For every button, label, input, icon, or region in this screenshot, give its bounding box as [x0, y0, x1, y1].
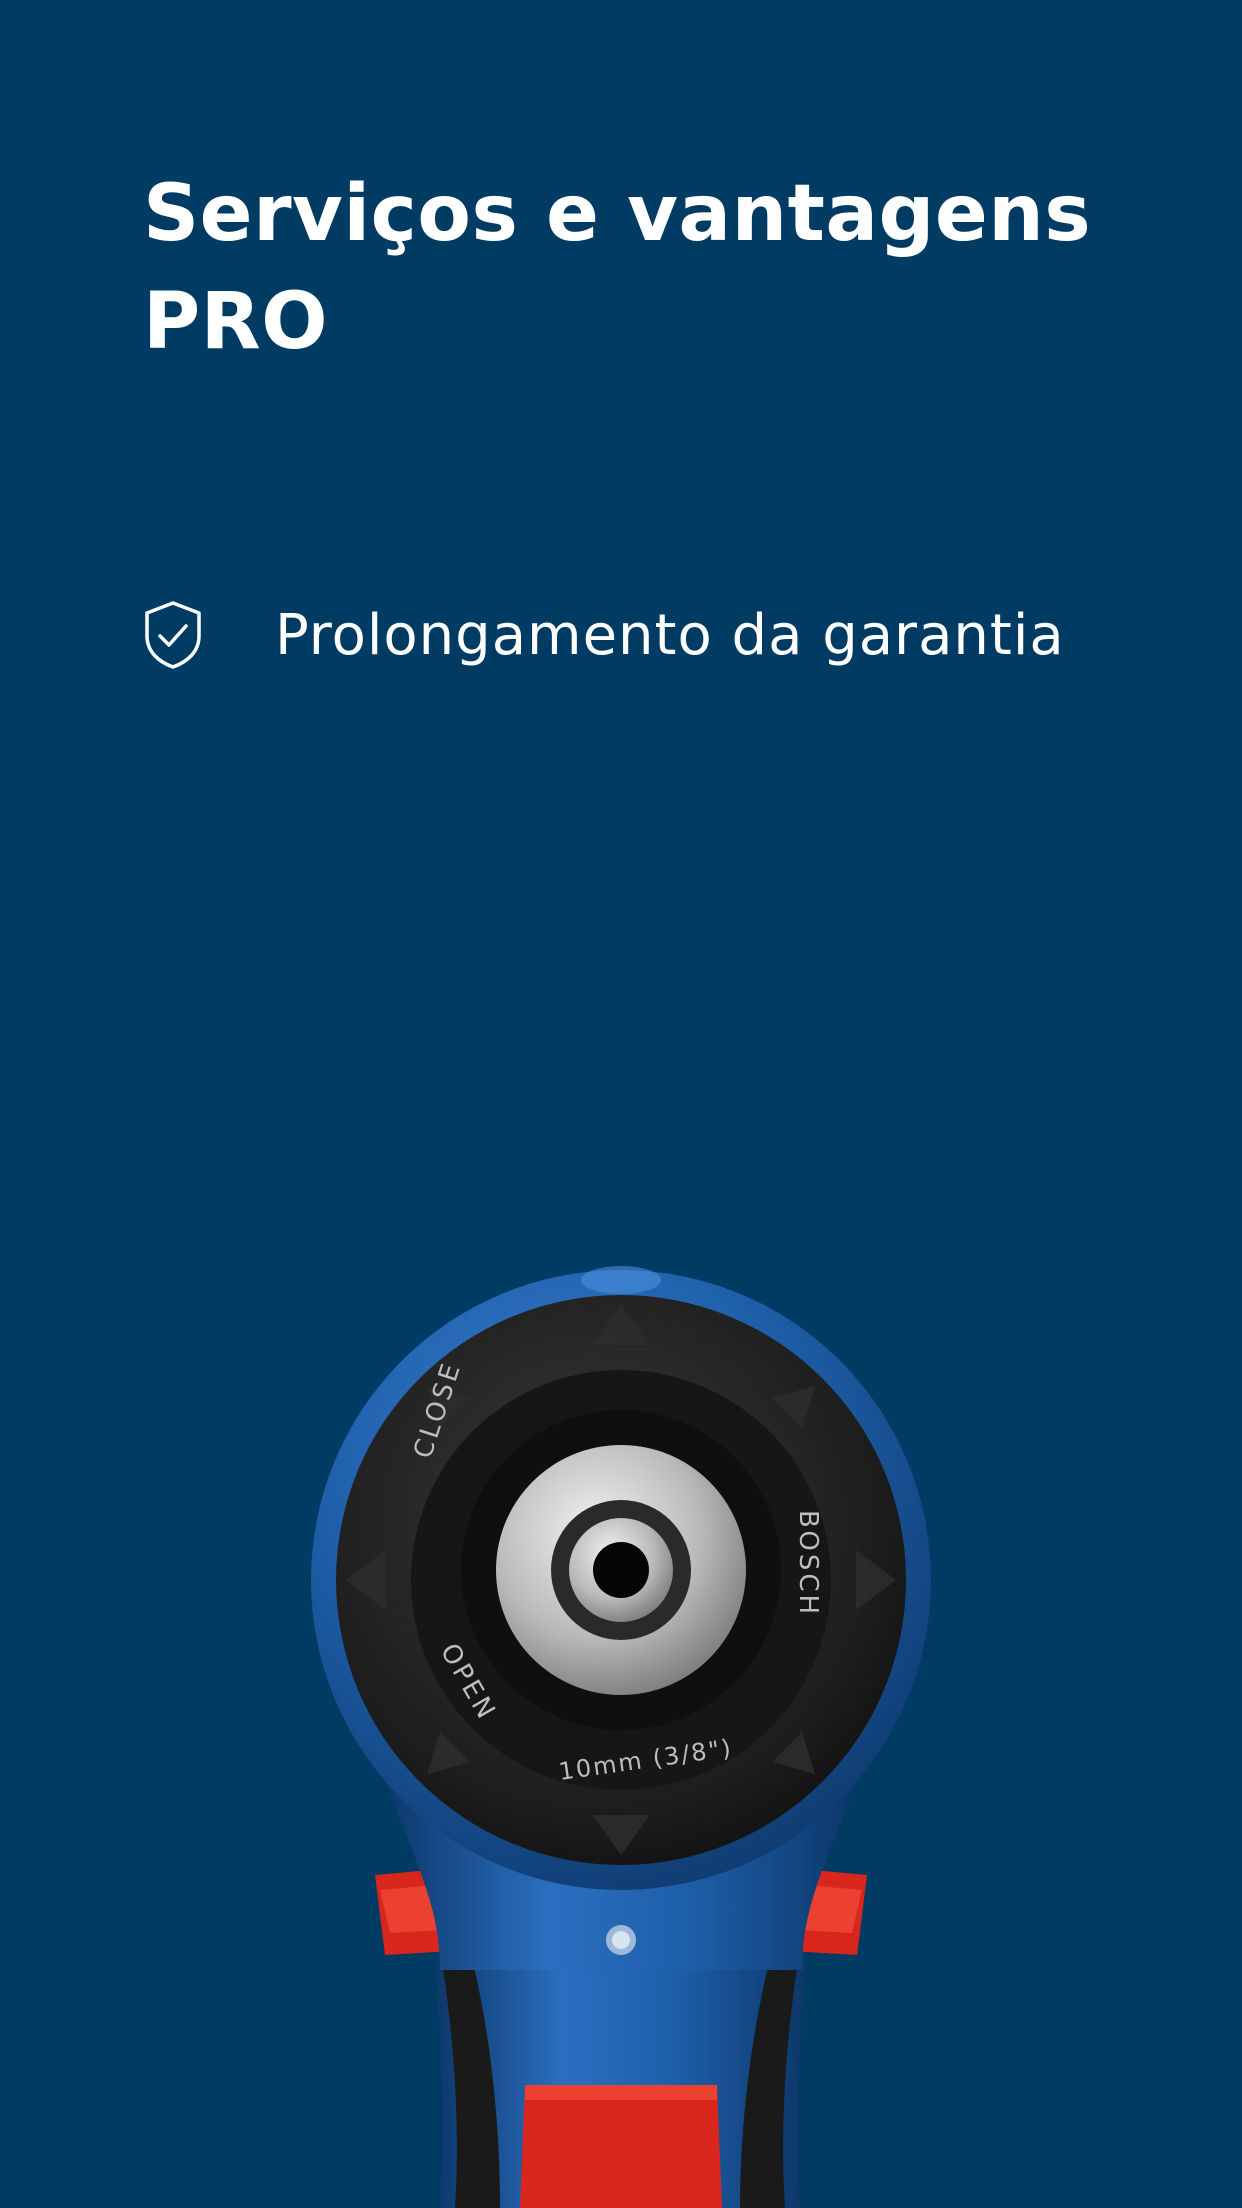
drill-trigger	[520, 2085, 722, 2208]
benefit-label: Prolongamento da garantia	[275, 602, 1065, 668]
drill-bit-hole	[593, 1542, 649, 1598]
drill-product-image: CLOSE OPEN 10mm (3/8") BOSCH	[311, 1266, 931, 2208]
shield-check-icon	[145, 601, 201, 669]
benefit-item-warranty-extension[interactable]: Prolongamento da garantia	[143, 595, 1065, 675]
chuck-text-brand: BOSCH	[793, 1510, 823, 1617]
page-title: Serviços e vantagens PRO	[143, 169, 1092, 367]
